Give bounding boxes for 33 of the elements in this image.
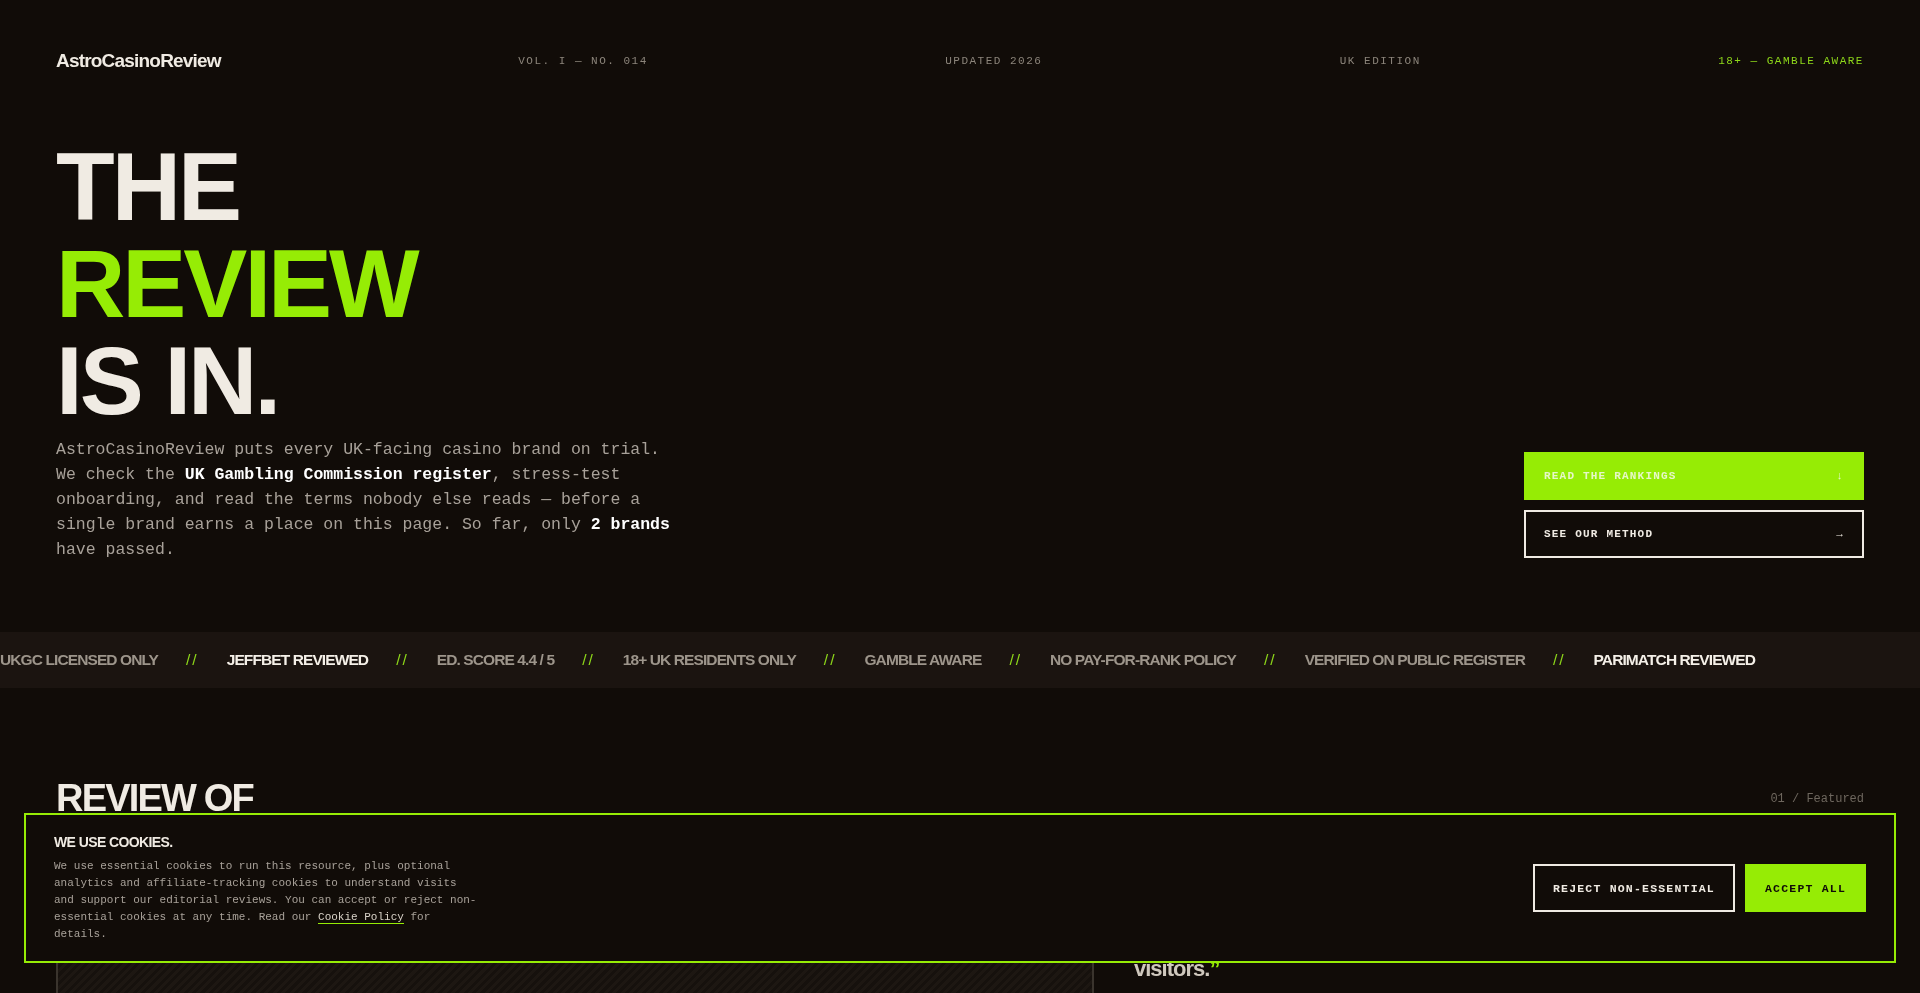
separator-mark: // xyxy=(1009,651,1022,669)
hero-title-line: THE xyxy=(56,138,240,235)
age-notice: 18+ — GAMBLE AWARE xyxy=(1718,55,1864,67)
separator-mark: // xyxy=(186,651,199,669)
ticker-item: GAMBLE AWARE xyxy=(864,651,982,669)
ticker-item: PARIMATCH REVIEWED xyxy=(1593,651,1756,669)
reject-button[interactable]: REJECT NON-ESSENTIAL xyxy=(1532,864,1735,912)
ticker-item: VERIFIED ON PUBLIC REGISTER xyxy=(1304,651,1525,669)
issue-meta: UPDATED 2026 xyxy=(945,55,1043,67)
cookie-text: We use essential cookies to run this resource, plus optional analytics and affiliate-tracking cookies to understand visits and support our editorial reviews. You can accept or reject non-essential cookies at any time. Read our Cookie Policy for details. xyxy=(54,858,478,942)
issue-meta: UK EDITION xyxy=(1339,55,1421,67)
accept-button[interactable]: ACCEPT ALL xyxy=(1745,864,1866,912)
section-heading: REVIEW OF xyxy=(56,778,254,818)
hero-title-line: REVIEW xyxy=(56,235,420,332)
method-button[interactable]: SEE OUR METHOD → xyxy=(1524,510,1864,558)
separator-mark: // xyxy=(1552,651,1566,669)
intro-paragraph: AstroCasinoReview puts every UK-facing casino brand on trial. We check the UK Gambling Commission register, stress-test onboarding, and read the terms nobody else reads — before a single brand earns a place on this page. So far, only 2 brands have passed. xyxy=(56,439,671,561)
site-logo[interactable]: AstroCasinoReview xyxy=(56,50,221,72)
ticker-item: NO PAY-FOR-RANK POLICY xyxy=(1050,651,1237,669)
ticker-item: JEFFBET REVIEWED xyxy=(226,651,369,669)
issue-meta: VOL. I — NO. 014 xyxy=(518,55,648,67)
ticker-item: UKGC LICENSED ONLY xyxy=(0,651,159,669)
ticker-item: 18+ UK RESIDENTS ONLY xyxy=(622,651,796,669)
separator-mark: // xyxy=(1264,651,1277,669)
ticker-item: ED. SCORE 4.4 / 5 xyxy=(436,651,555,669)
hero-title-line: IS IN. xyxy=(56,332,280,429)
separator-mark: // xyxy=(396,651,409,669)
cookie-title: WE USE COOKIES. xyxy=(54,833,173,850)
separator-mark: // xyxy=(823,651,837,669)
section-label: 01 / Featured xyxy=(1770,792,1864,806)
quote-text: visitors. xyxy=(1134,956,1210,981)
separator-mark: // xyxy=(582,651,595,669)
cookie-policy-link[interactable]: Cookie Policy xyxy=(318,910,404,924)
